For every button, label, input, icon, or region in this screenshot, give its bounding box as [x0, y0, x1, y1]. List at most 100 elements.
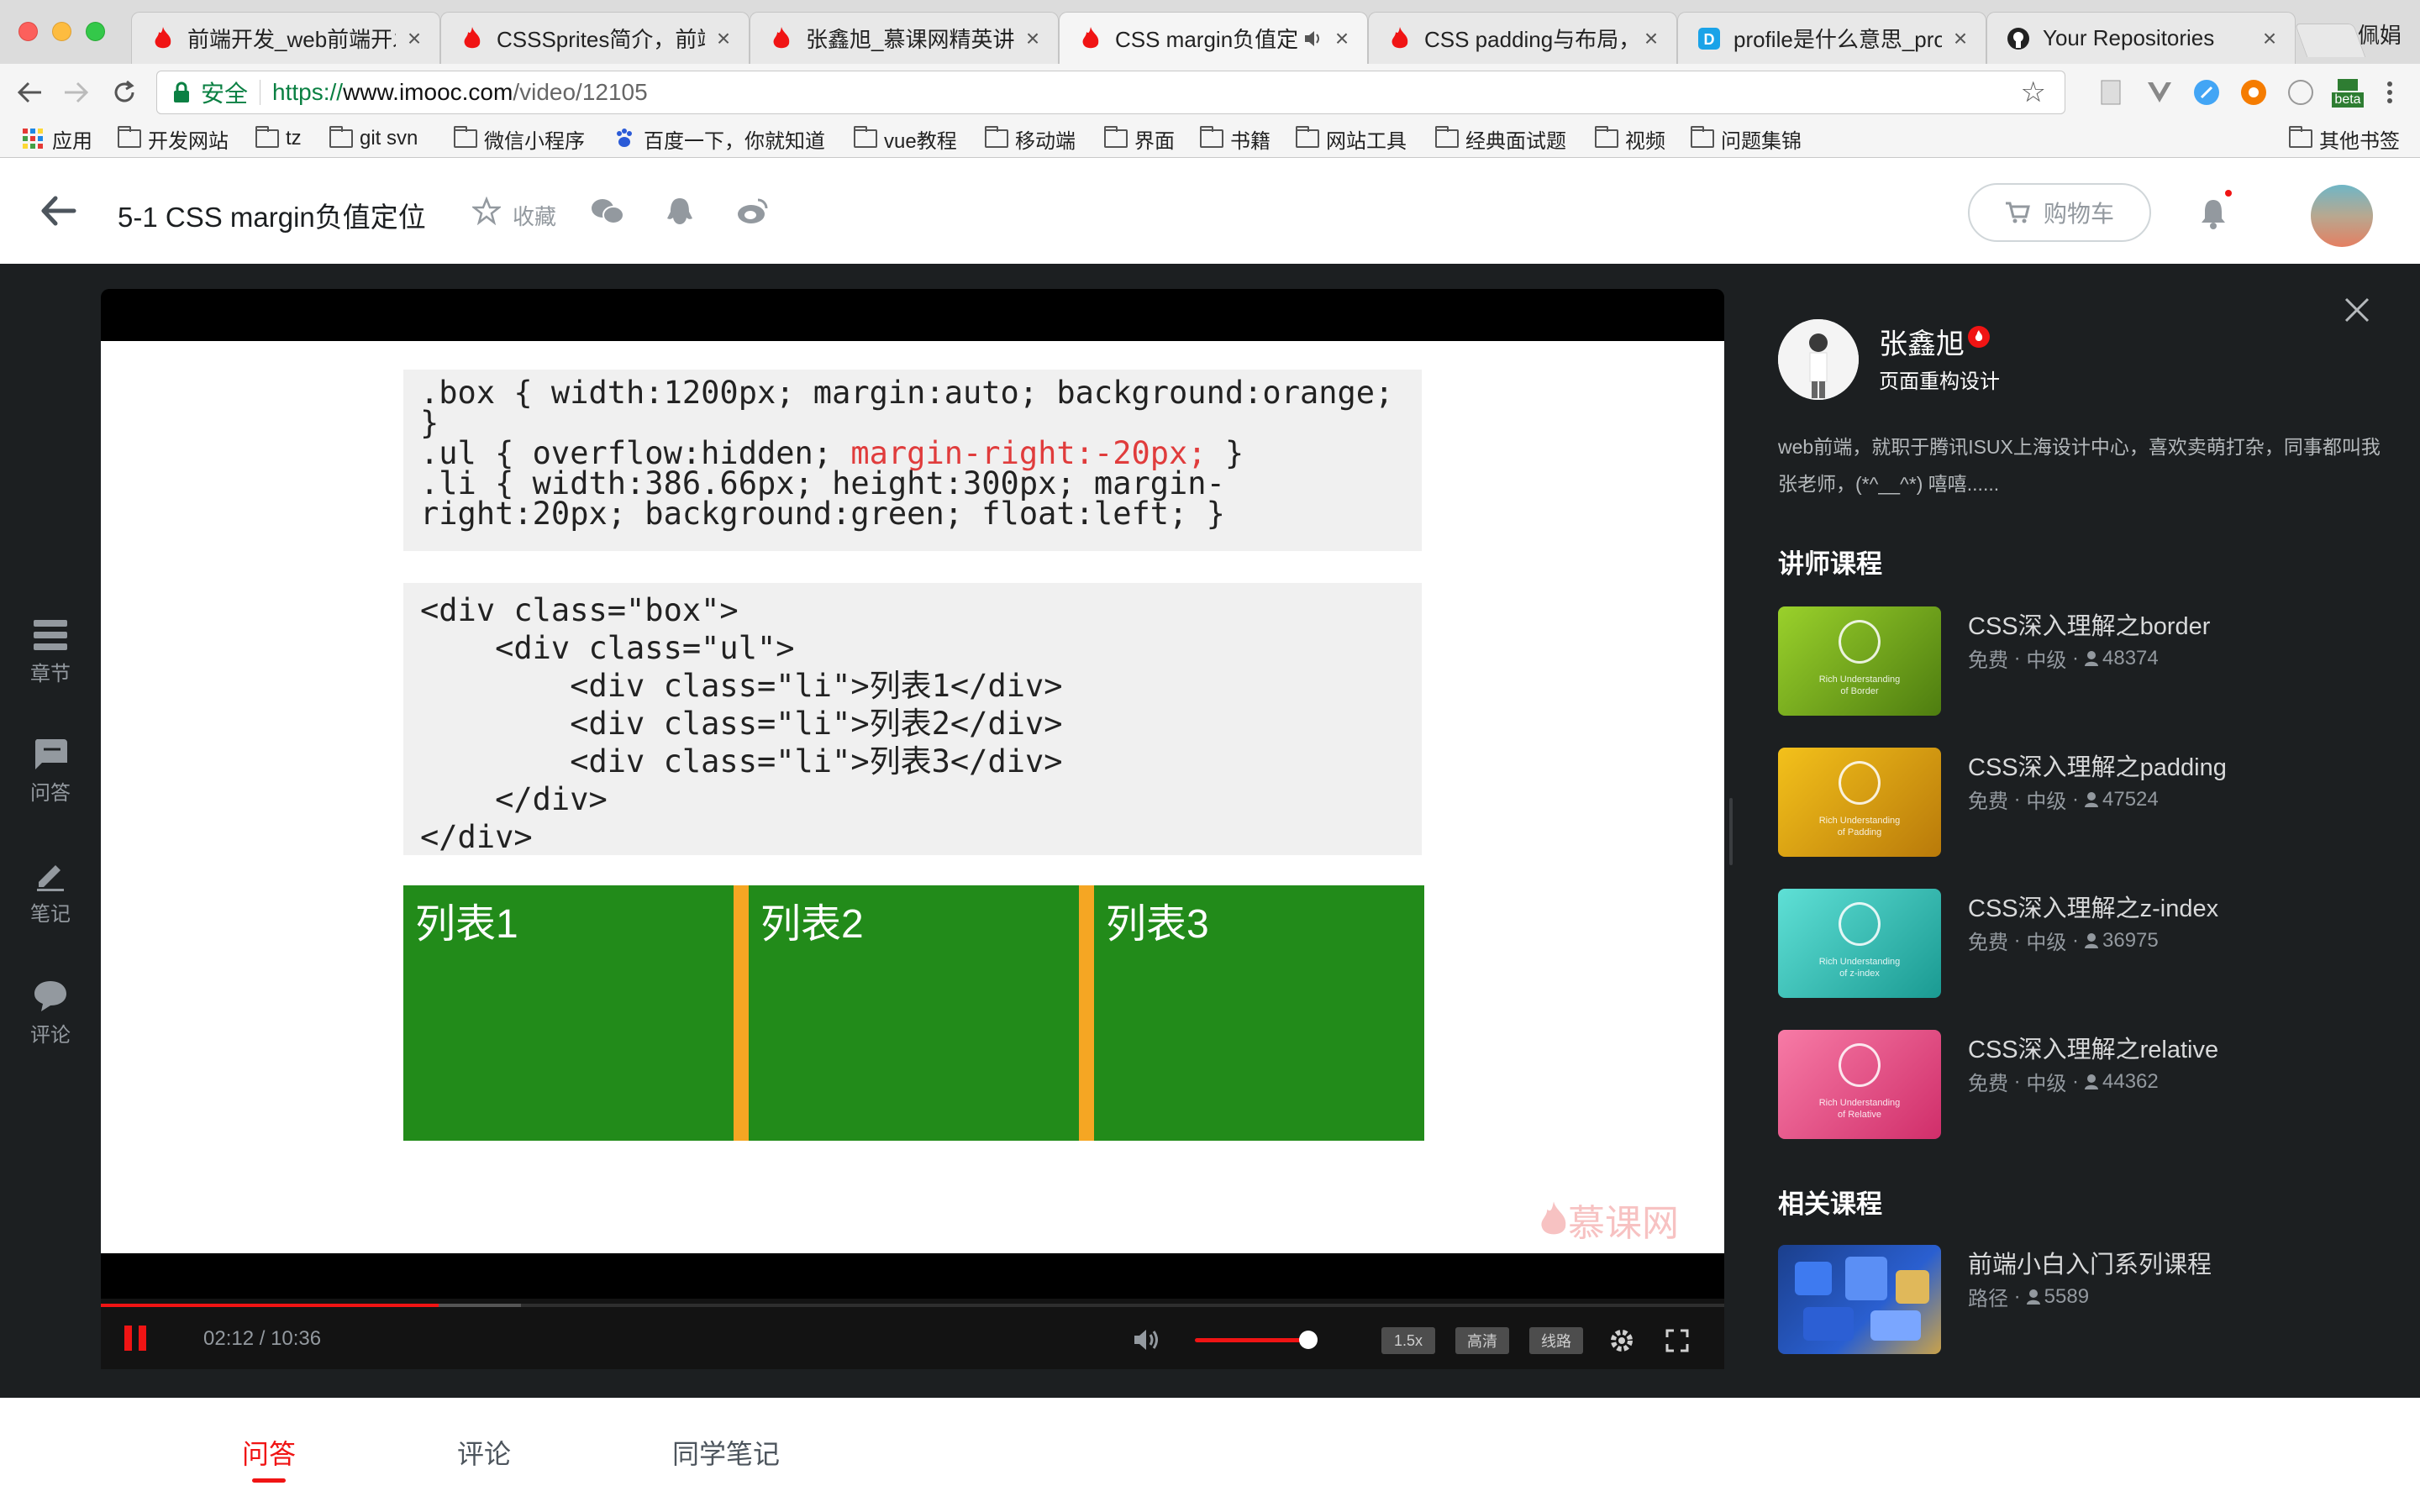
window-close-dot[interactable] — [18, 22, 38, 41]
back-arrow-icon[interactable] — [37, 190, 79, 232]
tab-close-icon[interactable]: × — [713, 25, 734, 52]
bookmark-folder[interactable]: 问题集锦 — [1691, 124, 1802, 153]
bookmark-folder[interactable]: 网站工具 — [1296, 124, 1407, 153]
collect-label[interactable]: 收藏 — [513, 200, 556, 231]
quality-button[interactable]: 高清 — [1455, 1327, 1509, 1354]
bookmark-label: 视频 — [1625, 129, 1665, 153]
tab-close-icon[interactable]: × — [1950, 25, 1970, 52]
speed-button[interactable]: 1.5x — [1381, 1327, 1435, 1354]
tab-close-icon[interactable]: × — [1641, 25, 1661, 52]
vue-devtools-icon[interactable] — [2144, 77, 2175, 108]
tab-classmate-notes[interactable]: 同学笔记 — [672, 1433, 780, 1472]
bookmark-folder[interactable]: 书籍 — [1200, 124, 1270, 153]
browser-tab[interactable]: CSS padding与布局，C × — [1368, 12, 1677, 64]
related-courses-heading: 相关课程 — [1778, 1189, 1882, 1219]
tab-close-icon[interactable]: × — [1023, 25, 1043, 52]
thumb-caption-line: Rich Understanding — [1818, 675, 1901, 685]
fullscreen-icon[interactable] — [1665, 1329, 1689, 1352]
bookmark-folder[interactable]: 开发网站 — [118, 124, 229, 153]
bookmark-label: 经典面试题 — [1465, 129, 1566, 153]
course-card[interactable]: Rich Understanding of Relative CSS深入理解之re… — [1778, 1030, 2383, 1139]
star-outline-icon[interactable] — [472, 197, 501, 225]
reload-button[interactable] — [104, 72, 145, 113]
imooc-flame-icon — [1078, 26, 1103, 51]
tab-close-icon[interactable]: × — [2260, 25, 2280, 52]
sidebar-item-comments[interactable]: 评论 — [17, 979, 84, 1047]
browser-tab-active[interactable]: CSS margin负值定位 × — [1059, 12, 1368, 64]
tab-comments[interactable]: 评论 — [457, 1433, 511, 1472]
volume-slider-track[interactable] — [1195, 1338, 1308, 1342]
course-level: 中级 — [2026, 649, 2067, 672]
path-thumbnail-graphic — [1795, 1257, 1929, 1341]
volume-icon[interactable] — [1133, 1327, 1161, 1352]
browser-tab[interactable]: 前端开发_web前端开发 × — [131, 12, 440, 64]
tab-close-icon[interactable]: × — [404, 25, 424, 52]
progress-played[interactable] — [101, 1304, 439, 1307]
teacher-avatar[interactable] — [1778, 319, 1859, 400]
route-button[interactable]: 线路 — [1529, 1327, 1583, 1354]
pause-icon[interactable] — [124, 1326, 146, 1351]
browser-menu-icon[interactable] — [2375, 77, 2405, 108]
page-action-icon[interactable] — [2097, 77, 2128, 108]
feather-extension-icon[interactable] — [2191, 77, 2222, 108]
bookmark-label: 百度一下，你就知道 — [644, 129, 825, 153]
course-name[interactable]: CSS深入理解之relative — [1968, 1030, 2218, 1065]
qq-icon[interactable] — [666, 197, 694, 227]
bookmark-folder[interactable]: vue教程 — [854, 124, 957, 153]
code-line: </div> — [420, 781, 608, 817]
browser-tab[interactable]: 张鑫旭_慕课网精英讲师 × — [750, 12, 1059, 64]
sidebar-item-label: 笔记 — [30, 903, 71, 926]
course-card[interactable]: Rich Understanding of z-index CSS深入理解之z-i… — [1778, 889, 2383, 998]
bookmark-folder[interactable]: 移动端 — [985, 124, 1076, 153]
course-name[interactable]: CSS深入理解之border — [1968, 606, 2210, 642]
bookmark-star-icon[interactable]: ☆ — [2021, 76, 2046, 109]
speaker-icon[interactable] — [1303, 29, 1323, 48]
bookmark-folder[interactable]: 界面 — [1104, 124, 1175, 153]
browser-profile-name[interactable]: 佩娟 — [2358, 18, 2402, 50]
close-icon[interactable] — [2343, 296, 2371, 324]
bookmark-folder[interactable]: tz — [255, 124, 302, 153]
sidebar-item-notes[interactable]: 笔记 — [17, 858, 84, 927]
window-zoom-dot[interactable] — [86, 22, 105, 41]
course-card[interactable]: Rich Understanding of Border CSS深入理解之bord… — [1778, 606, 2383, 716]
browser-tab[interactable]: Your Repositories × — [1986, 12, 2296, 64]
bookmark-folder[interactable]: 经典面试题 — [1435, 124, 1566, 153]
course-card[interactable]: Rich Understanding of Padding CSS深入理解之pad… — [1778, 748, 2383, 857]
course-name[interactable]: CSS深入理解之padding — [1968, 748, 2227, 783]
bookmark-apps[interactable]: 应用 — [22, 124, 92, 153]
gear-icon[interactable] — [1608, 1327, 1635, 1354]
cart-button[interactable]: 购物车 — [1968, 183, 2151, 242]
bookmark-baidu[interactable]: 百度一下，你就知道 — [613, 124, 825, 153]
tab-close-icon[interactable]: × — [1332, 25, 1352, 52]
beta-extension-icon[interactable]: beta — [2329, 77, 2366, 108]
sidebar-item-chapters[interactable]: 章节 — [17, 618, 84, 686]
course-card[interactable]: 前端小白入门系列课程 路径 · 5589 — [1778, 1245, 2383, 1354]
address-bar[interactable]: 安全 https:// www.imooc.com /video/12105 ☆ — [156, 71, 2065, 114]
bookmark-folder[interactable]: 视频 — [1595, 124, 1665, 153]
browser-tab[interactable]: D profile是什么意思_profi × — [1677, 12, 1986, 64]
grey-extension-icon[interactable] — [2286, 77, 2316, 108]
bookmark-folder[interactable]: 微信小程序 — [454, 124, 585, 153]
course-name[interactable]: 前端小白入门系列课程 — [1968, 1245, 2212, 1280]
notification-bell-icon[interactable] — [2198, 197, 2228, 230]
orange-extension-icon[interactable] — [2238, 77, 2269, 108]
back-button[interactable] — [10, 72, 50, 113]
sidebar-item-qa[interactable]: 问答 — [17, 738, 84, 806]
course-name[interactable]: CSS深入理解之z-index — [1968, 889, 2218, 924]
forward-button[interactable] — [55, 72, 96, 113]
volume-slider-knob[interactable] — [1299, 1331, 1318, 1349]
weibo-icon[interactable] — [736, 197, 770, 225]
new-tab-button[interactable] — [2294, 24, 2366, 57]
wechat-icon[interactable] — [590, 197, 625, 227]
browser-tab[interactable]: CSSSprites简介，前端 × — [440, 12, 750, 64]
panel-resize-handle[interactable] — [1729, 798, 1733, 865]
teacher-verified-icon — [1968, 326, 1990, 348]
bookmark-folder[interactable]: git svn — [329, 124, 418, 153]
user-avatar[interactable] — [2311, 185, 2373, 247]
lion-logo-icon — [1839, 902, 1881, 946]
tab-title: 前端开发_web前端开发 — [187, 27, 396, 52]
tab-qa[interactable]: 问答 — [242, 1433, 296, 1472]
teacher-name[interactable]: 张鑫旭 — [1879, 321, 1965, 362]
window-minimize-dot[interactable] — [52, 22, 71, 41]
other-bookmarks[interactable]: 其他书签 — [2289, 124, 2400, 153]
